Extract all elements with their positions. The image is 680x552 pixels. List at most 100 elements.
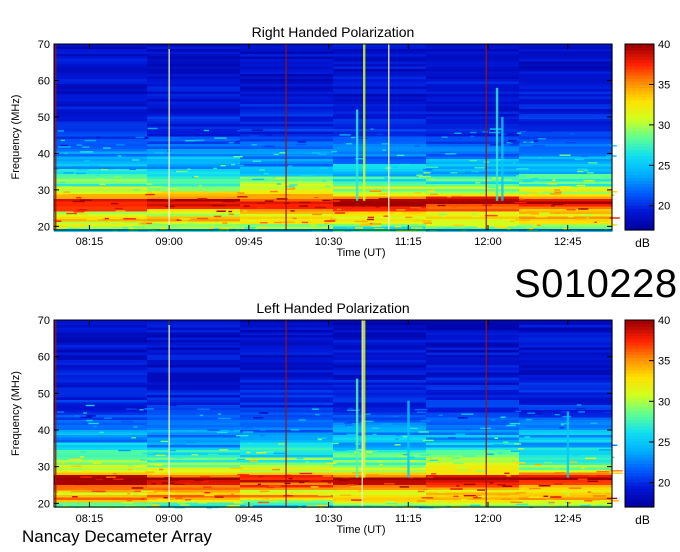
heatmap-speckle xyxy=(532,492,541,494)
heatmap-cell xyxy=(426,54,520,57)
heatmap-cell xyxy=(54,335,148,338)
heatmap-speckle xyxy=(348,228,355,230)
y-tick-label: 60 xyxy=(38,75,50,87)
heatmap-cell xyxy=(147,395,241,398)
heatmap-cell xyxy=(147,372,241,376)
heatmap-cell xyxy=(519,465,613,468)
heatmap-cell xyxy=(240,500,334,503)
heatmap-speckle xyxy=(568,487,582,489)
heatmap-cell xyxy=(426,186,520,190)
heatmap-cell xyxy=(519,74,613,77)
heatmap-cell xyxy=(54,330,148,333)
heatmap-speckle xyxy=(170,449,177,452)
heatmap-speckle xyxy=(465,224,473,226)
heatmap-speckle xyxy=(334,200,338,202)
heatmap-cell xyxy=(426,196,520,200)
heatmap-cell xyxy=(240,365,334,368)
heatmap-speckle xyxy=(409,460,416,463)
heatmap-speckle xyxy=(324,220,336,222)
heatmap-cell xyxy=(333,46,427,50)
heatmap-cell xyxy=(147,94,241,97)
burst-streak xyxy=(355,109,359,201)
heatmap-cell xyxy=(147,219,241,222)
heatmap-speckle xyxy=(517,448,524,450)
heatmap-cell xyxy=(240,427,334,431)
heatmap-speckle xyxy=(577,478,588,480)
heatmap-speckle xyxy=(400,495,413,497)
heatmap-speckle xyxy=(500,416,506,418)
heatmap-speckle xyxy=(335,505,346,507)
heatmap-cell xyxy=(333,159,427,162)
heatmap-cell xyxy=(147,330,241,333)
heatmap-cell xyxy=(426,166,520,170)
heatmap-speckle xyxy=(522,180,534,183)
heatmap-cell xyxy=(519,365,613,368)
heatmap-speckle xyxy=(127,465,134,467)
heatmap-speckle xyxy=(71,465,82,467)
heatmap-cell xyxy=(519,325,613,328)
colorbar-tick-label: 20 xyxy=(658,201,670,213)
heatmap-cell xyxy=(54,342,148,346)
heatmap-cell xyxy=(54,427,148,431)
heatmap-cell xyxy=(426,397,520,401)
heatmap-cell xyxy=(426,69,520,72)
heatmap-cell xyxy=(519,149,613,152)
heatmap-speckle xyxy=(587,491,592,493)
heatmap-cell xyxy=(54,56,148,60)
heatmap-cell xyxy=(519,161,613,165)
heatmap-speckle xyxy=(576,404,582,406)
heatmap-cell xyxy=(147,106,241,110)
heatmap-cell xyxy=(333,146,427,150)
heatmap-cell xyxy=(519,405,613,408)
heatmap-speckle xyxy=(455,433,466,435)
heatmap-speckle xyxy=(197,502,207,504)
heatmap-cell xyxy=(54,114,148,117)
heatmap-cell xyxy=(147,161,241,165)
heatmap-speckle xyxy=(411,219,422,222)
heatmap-cell xyxy=(147,129,241,132)
heatmap-speckle xyxy=(65,174,76,176)
heatmap-speckle xyxy=(72,194,77,196)
heatmap-speckle xyxy=(214,496,224,498)
heatmap-cell xyxy=(54,415,148,418)
heatmap-cell xyxy=(54,345,148,348)
heatmap-speckle xyxy=(119,479,132,482)
heatmap-speckle xyxy=(181,199,190,201)
heatmap-cell xyxy=(54,325,148,328)
heatmap-cell xyxy=(147,134,241,137)
heatmap-speckle xyxy=(315,413,320,416)
heatmap-cell xyxy=(519,475,613,478)
heatmap-cell xyxy=(519,46,613,50)
heatmap-cell xyxy=(519,164,613,167)
heatmap-cell xyxy=(519,367,613,371)
heatmap-cell xyxy=(240,425,334,428)
heatmap-cell xyxy=(54,134,148,137)
colorbar-tick-label: 35 xyxy=(658,356,670,368)
heatmap-speckle xyxy=(163,488,172,491)
heatmap-cell xyxy=(333,84,427,87)
heatmap-speckle xyxy=(256,452,267,454)
heatmap-speckle xyxy=(242,427,253,430)
heatmap-cell xyxy=(54,362,148,366)
heatmap-cell xyxy=(519,131,613,135)
heatmap-cell xyxy=(519,447,613,451)
heatmap-cell xyxy=(333,79,427,82)
heatmap-speckle xyxy=(354,220,368,223)
y-tick-label: 40 xyxy=(38,425,50,437)
heatmap-cell xyxy=(147,126,241,130)
heatmap-cell xyxy=(333,490,427,493)
heatmap-speckle xyxy=(187,430,195,432)
heatmap-speckle xyxy=(461,498,468,501)
heatmap-speckle xyxy=(288,477,293,480)
heatmap-speckle xyxy=(503,441,509,443)
heatmap-speckle xyxy=(394,444,401,446)
x-axis-label: Time (UT) xyxy=(336,524,385,536)
heatmap-speckle xyxy=(231,163,235,166)
heatmap-speckle xyxy=(309,195,322,198)
heatmap-cell xyxy=(333,54,427,57)
heatmap-speckle xyxy=(57,130,64,132)
heatmap-speckle xyxy=(529,228,533,230)
heatmap-speckle xyxy=(381,423,392,425)
heatmap-speckle xyxy=(258,412,269,414)
heatmap-speckle xyxy=(299,205,309,207)
